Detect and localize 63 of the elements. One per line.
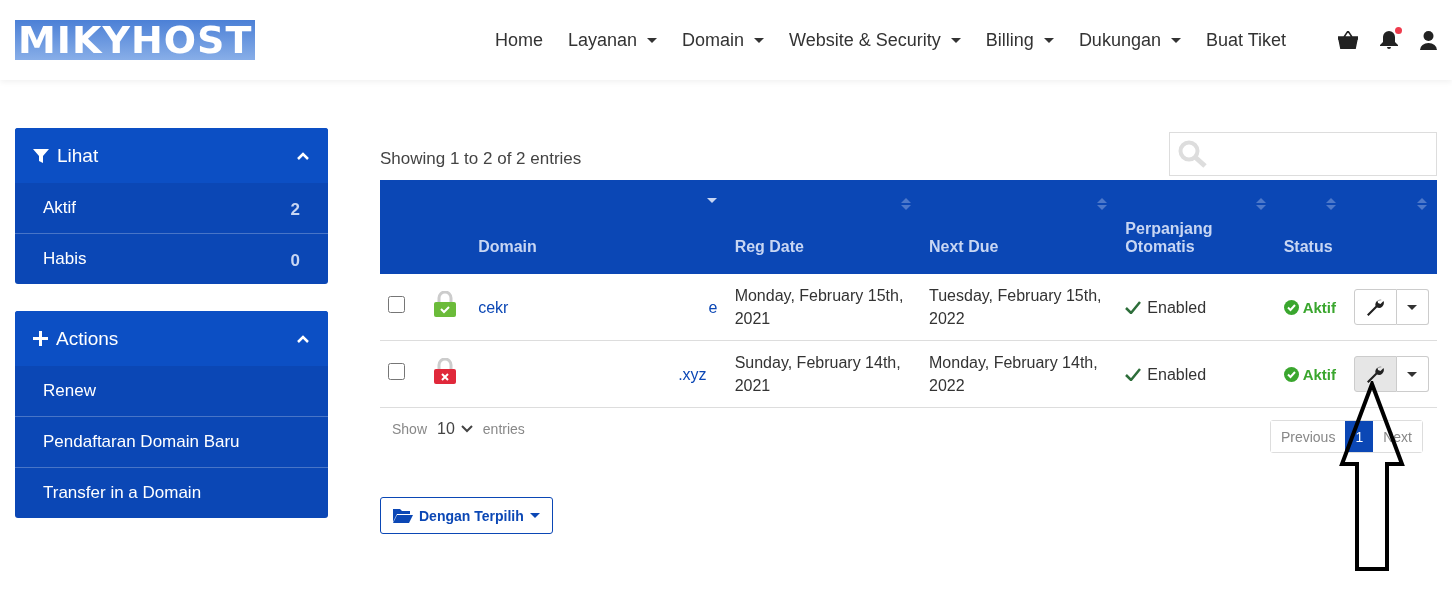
column-header[interactable]: Reg Date [726, 180, 921, 274]
sidebar-item-label: Pendaftaran Domain Baru [43, 432, 240, 452]
column-header[interactable]: Next Due [921, 180, 1118, 274]
sidebar-item[interactable]: Aktif 2 [15, 183, 328, 233]
row-checkbox[interactable] [388, 362, 405, 380]
collapse-icon[interactable] [296, 150, 310, 161]
wrench-icon [1366, 298, 1385, 316]
auto-renew-status: Enabled [1147, 364, 1207, 385]
panel-header[interactable]: Actions [15, 311, 328, 366]
domain-status: Aktif [1302, 364, 1336, 385]
nav-link[interactable]: Dukungan [1078, 29, 1181, 51]
sidebar-item[interactable]: Habis 0 [15, 233, 328, 284]
sidebar-item[interactable]: Transfer in a Domain [15, 467, 328, 518]
search-icon [1178, 140, 1208, 168]
basket-icon[interactable] [1338, 31, 1358, 49]
sidebar-item[interactable]: Renew [15, 366, 328, 416]
nav-link[interactable]: Domain [682, 29, 765, 51]
item-count: 0 [290, 251, 300, 271]
column-header[interactable]: Status [1275, 180, 1346, 274]
check-icon [1125, 367, 1142, 381]
item-count: 2 [290, 200, 300, 220]
sidebar-item[interactable]: Pendaftaran Domain Baru [15, 416, 328, 467]
domain-status: Aktif [1302, 297, 1336, 318]
plus-icon [33, 331, 48, 346]
search-field[interactable] [1169, 132, 1437, 176]
domain-link[interactable]: cekr e [478, 298, 718, 316]
panel-title: Lihat [57, 144, 99, 167]
check-circle-icon [1283, 299, 1299, 315]
column-header[interactable]: Perpanjang Otomatis [1117, 180, 1276, 274]
table-cell: Sunday, February 14th, 2021 [726, 340, 921, 408]
row-checkbox[interactable] [388, 295, 405, 313]
folder-icon [393, 508, 413, 523]
nav-link[interactable]: Buat Tiket [1205, 29, 1286, 51]
table-cell: Monday, February 15th, 2021 [726, 274, 921, 341]
filter-icon [33, 147, 49, 164]
check-icon [1125, 300, 1142, 314]
domain-link[interactable]: .xyz [478, 365, 707, 383]
nav-link[interactable]: Home [495, 29, 543, 51]
bulk-action-button[interactable]: Dengan Terpilih [380, 497, 553, 534]
sidebar-item-label: Aktif [43, 198, 77, 218]
wrench-icon [1366, 365, 1385, 383]
show-label: Show [392, 421, 428, 437]
entries-summary: Showing 1 to 2 of 2 entries [380, 149, 582, 169]
nav-link[interactable]: Website & Security [789, 29, 961, 51]
manage-button[interactable] [1353, 356, 1397, 392]
sidebar-item-label: Habis [43, 249, 87, 269]
sidebar-item-label: Transfer in a Domain [43, 483, 202, 503]
table-cell: Monday, February 14th, 2022 [921, 340, 1118, 408]
user-icon[interactable] [1420, 30, 1437, 50]
entries-label: entries [482, 421, 525, 437]
panel-title: Actions [56, 327, 119, 350]
sidebar-item-label: Renew [43, 381, 96, 401]
chevron-down-icon [460, 425, 473, 433]
panel-header[interactable]: Lihat [15, 128, 328, 183]
auto-renew-status: Enabled [1147, 297, 1207, 318]
nav-link[interactable]: Billing [985, 29, 1054, 51]
nav-link[interactable]: Layanan [568, 29, 658, 51]
page-length-select[interactable]: 10 [437, 420, 473, 438]
check-circle-icon [1283, 366, 1299, 382]
manage-button[interactable] [1353, 289, 1397, 325]
table-cell: Tuesday, February 15th, 2022 [921, 274, 1118, 341]
collapse-icon[interactable] [296, 333, 310, 344]
column-header[interactable]: Domain [470, 180, 727, 274]
